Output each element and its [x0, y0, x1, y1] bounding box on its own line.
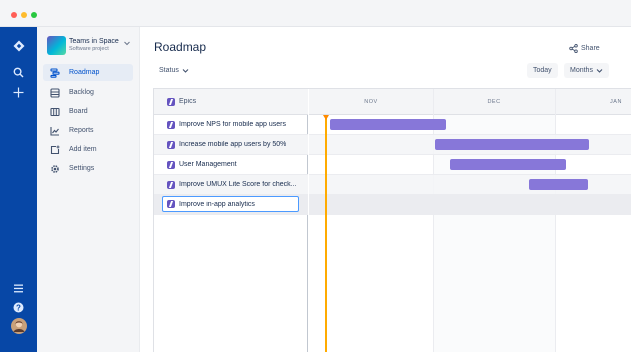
timeline: NOV DEC JAN [309, 89, 631, 352]
board-icon [50, 107, 60, 116]
sidebar-item-label: Add item [69, 146, 97, 153]
share-label: Share [581, 44, 600, 52]
epic-row[interactable]: Improve UMUX Lite Score for check... [154, 175, 308, 195]
backlog-icon [50, 87, 60, 98]
minimize-window-dot[interactable] [21, 12, 27, 18]
month-header-dec: DEC [433, 89, 555, 115]
sidebar-item-settings[interactable]: Settings [43, 160, 133, 177]
page-title: Roadmap [154, 40, 207, 54]
months-dropdown[interactable]: Months [564, 63, 609, 78]
timeline-row [309, 155, 631, 175]
new-epic-input-value: Improve in-app analytics [179, 200, 255, 208]
epic-name: Improve UMUX Lite Score for check... [179, 181, 297, 188]
today-marker-icon [323, 115, 329, 120]
epic-icon [167, 200, 175, 208]
today-label: Today [533, 67, 552, 74]
project-type: Software project [69, 46, 109, 52]
svg-text:?: ? [16, 303, 21, 312]
status-filter-dropdown[interactable]: Status [153, 63, 195, 77]
project-sidebar: Teams in Space Software project Roadmap … [37, 27, 140, 352]
maximize-window-dot[interactable] [31, 12, 37, 18]
epic-bar[interactable] [450, 159, 566, 170]
global-navigation: ? [0, 27, 37, 352]
project-avatar[interactable] [47, 36, 66, 55]
share-button[interactable]: Share [569, 41, 600, 55]
sidebar-item-label: Board [69, 108, 88, 115]
sidebar-item-add-item[interactable]: Add item [43, 141, 133, 158]
timeline-row [309, 175, 631, 195]
new-epic-input[interactable]: Improve in-app analytics [162, 196, 299, 212]
epic-name: User Management [179, 161, 237, 168]
epic-bar[interactable] [435, 139, 589, 150]
jira-logo-icon[interactable] [0, 35, 37, 57]
today-button[interactable]: Today [527, 63, 558, 78]
sidebar-item-board[interactable]: Board [43, 103, 133, 120]
timeline-row [309, 195, 631, 215]
roadmap-grid: Epics Improve NPS for mobile app users I… [153, 88, 631, 352]
timeline-row [309, 115, 631, 135]
share-icon [569, 43, 578, 53]
status-filter-label: Status [159, 66, 179, 74]
epic-icon [167, 120, 175, 129]
user-avatar[interactable] [0, 315, 37, 337]
sidebar-item-roadmap[interactable]: Roadmap [43, 64, 133, 81]
epic-row[interactable]: Improve NPS for mobile app users [154, 115, 308, 135]
sidebar-item-label: Settings [69, 165, 95, 172]
reports-icon [50, 126, 59, 136]
epics-header-label: Epics [179, 98, 197, 105]
epic-row[interactable]: Increase mobile app users by 50% [154, 135, 308, 155]
epic-icon [167, 180, 175, 189]
window-titlebar [0, 0, 631, 27]
epic-name: Improve NPS for mobile app users [179, 121, 286, 128]
project-name[interactable]: Teams in Space [69, 38, 119, 45]
epic-name: Increase mobile app users by 50% [179, 141, 287, 148]
roadmap-icon [50, 67, 60, 78]
create-plus-icon[interactable] [0, 81, 37, 103]
months-label: Months [570, 67, 593, 74]
add-item-icon [50, 145, 60, 154]
settings-icon [51, 164, 59, 173]
epic-list: Epics Improve NPS for mobile app users I… [154, 89, 308, 352]
sidebar-item-reports[interactable]: Reports [43, 122, 133, 139]
epic-icon [167, 160, 175, 169]
epic-row[interactable]: User Management [154, 155, 308, 175]
sidebar-item-label: Reports [69, 127, 94, 134]
month-header-jan: JAN [555, 89, 631, 115]
chevron-down-icon [182, 68, 189, 73]
epic-icon [167, 97, 175, 106]
epic-icon [167, 140, 175, 149]
epics-header: Epics [154, 89, 308, 115]
main-content: Roadmap Share Status Today Months Epics … [141, 27, 631, 352]
chevron-down-icon[interactable] [123, 39, 131, 47]
sidebar-item-backlog[interactable]: Backlog [43, 84, 133, 101]
today-marker-line [325, 115, 327, 352]
epic-bar[interactable] [529, 179, 588, 190]
epic-bar[interactable] [330, 119, 446, 130]
search-icon[interactable] [0, 61, 37, 83]
timeline-row [309, 135, 631, 155]
sidebar-item-label: Backlog [69, 89, 94, 96]
chevron-down-icon [596, 69, 603, 73]
new-epic-row: Improve in-app analytics [154, 195, 308, 215]
sidebar-item-label: Roadmap [69, 69, 100, 76]
month-header-nov: NOV [309, 89, 433, 115]
close-window-dot[interactable] [11, 12, 17, 18]
